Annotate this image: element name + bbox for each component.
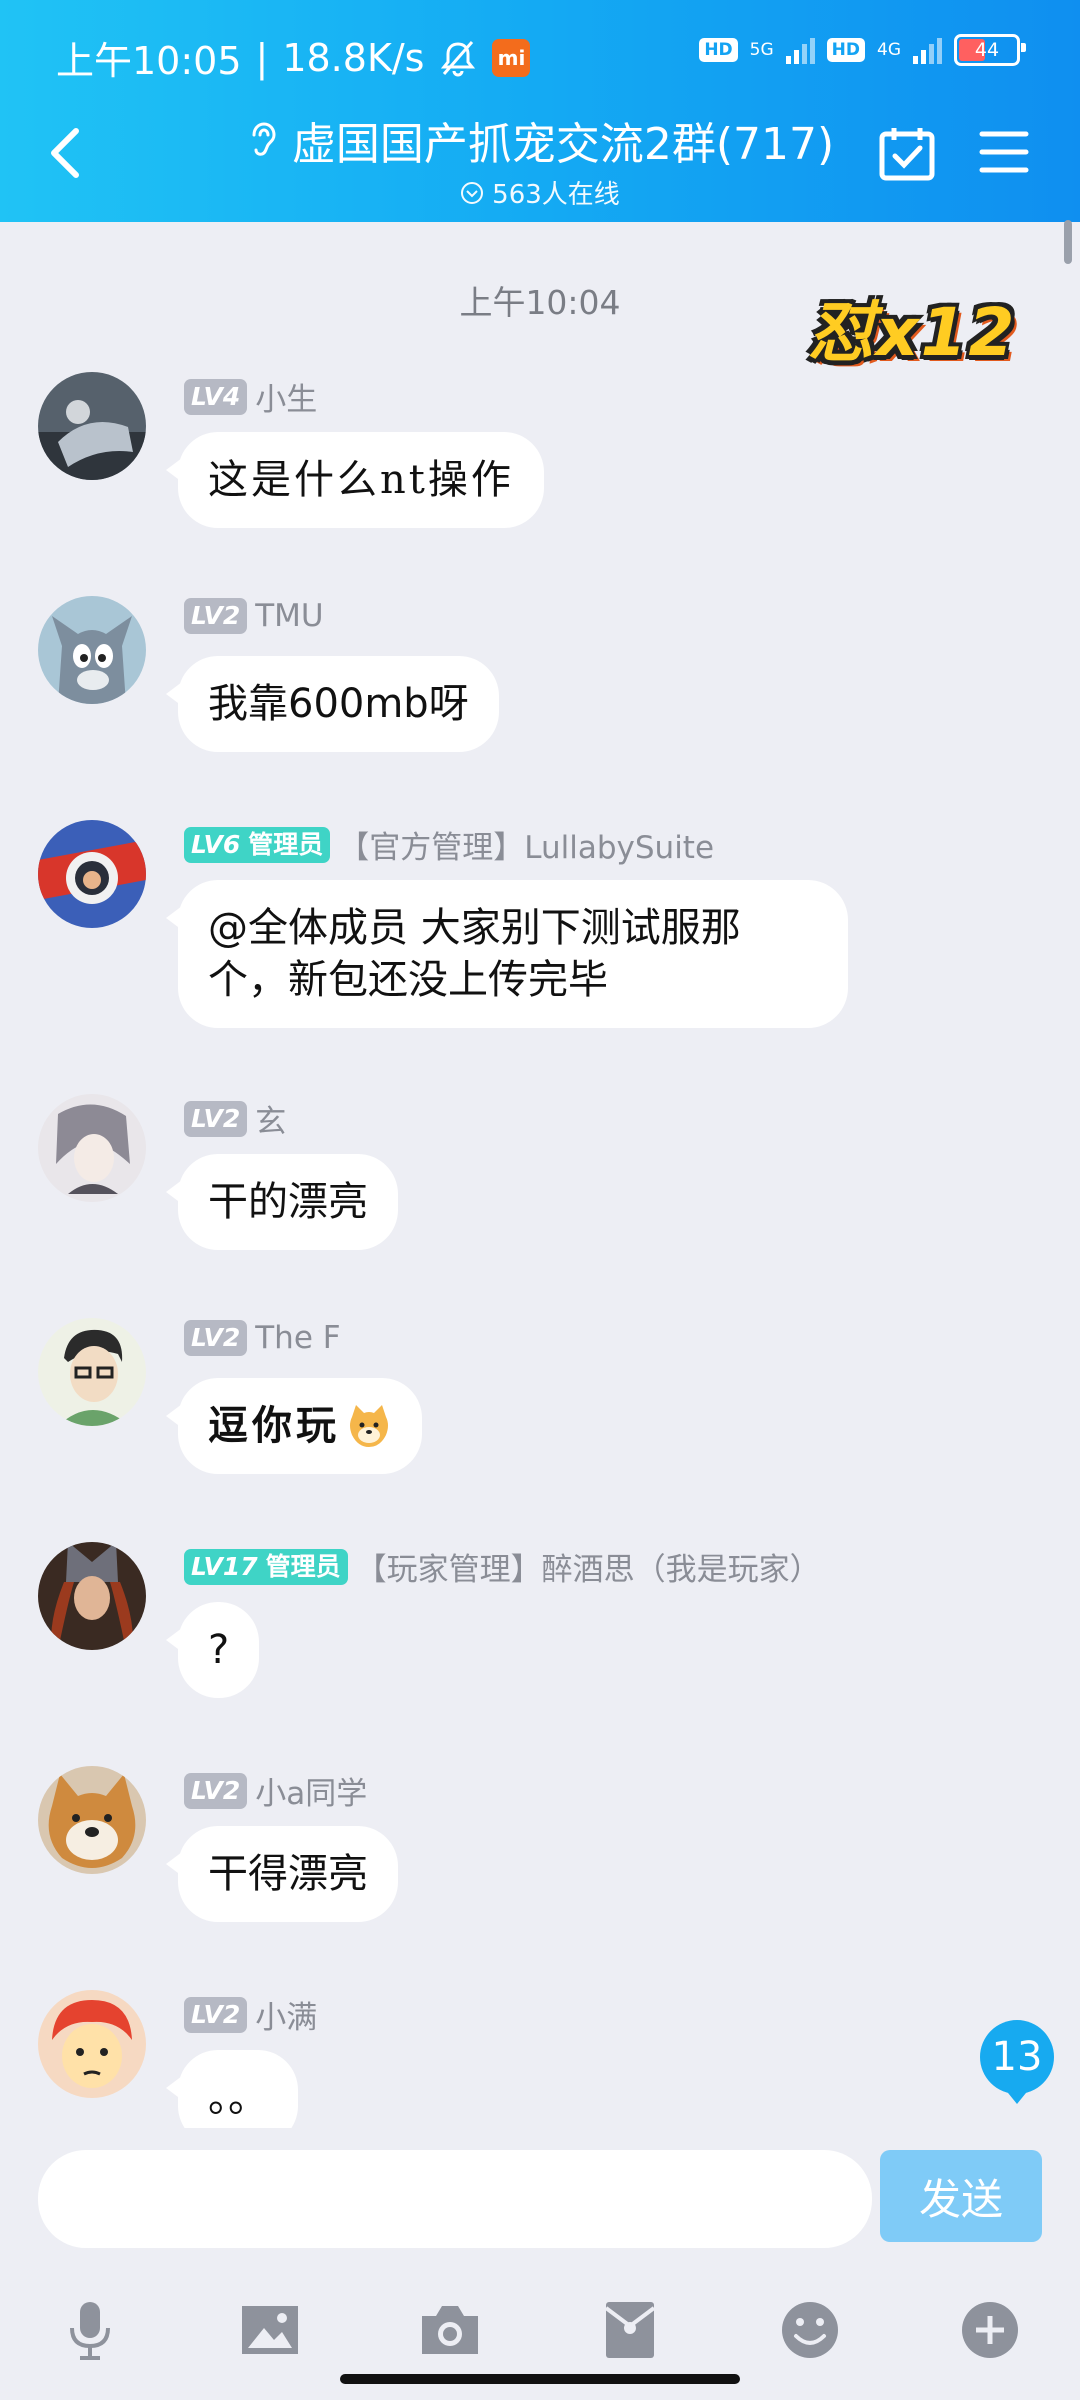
sender-meta: LV4 小生 [184, 374, 317, 419]
avatar-shiba-dog [38, 1766, 146, 1874]
home-indicator[interactable] [340, 2374, 740, 2384]
message-input[interactable] [38, 2150, 872, 2248]
avatar[interactable] [38, 1318, 146, 1426]
title-area[interactable]: 虚国国产抓宠交流2群(717) 563人在线 [150, 108, 930, 211]
sender-name[interactable]: 小满 [255, 1992, 317, 2037]
level-label: LV6 [191, 829, 241, 859]
microphone-icon[interactable] [58, 2298, 122, 2362]
mute-bell-icon [441, 40, 476, 76]
message-bubble[interactable]: 我靠600mb呀 [166, 656, 499, 752]
online-count-row[interactable]: 563人在线 [150, 174, 930, 211]
net-label-4g: 4G [877, 40, 901, 60]
battery-level: 44 [974, 39, 1000, 61]
network-5g: 5G [750, 41, 774, 59]
level-badge: LV4 [184, 378, 248, 415]
scrollbar[interactable] [1064, 220, 1072, 264]
online-count: 563人在线 [492, 180, 620, 210]
menu-icon[interactable] [978, 128, 1030, 176]
sender-name[interactable]: TMU [255, 598, 323, 634]
message-bubble[interactable]: 干的漂亮 [166, 1154, 398, 1250]
signal-icon [785, 36, 815, 64]
role-label: 管理员 [248, 829, 324, 859]
message-bubble[interactable]: @全体成员 大家别下测试服那个，新包还没上传完毕 [166, 880, 848, 1028]
message-bubble[interactable]: 这是什么nt操作 [166, 432, 544, 528]
sender-name[interactable]: 【玩家管理】醉酒思（我是玩家） [356, 1544, 821, 1589]
admin-level-badge: LV6 管理员 [184, 826, 331, 863]
sender-name[interactable]: 小生 [255, 374, 317, 419]
chevron-down-circle-icon [461, 181, 484, 204]
avatar-photo [38, 372, 146, 480]
message-bubble[interactable]: ? [165, 1602, 260, 1698]
status-divider: | [255, 35, 269, 80]
avatar-astronaut [38, 820, 146, 928]
status-time: 上午10:05 [56, 39, 242, 83]
sticker-combo-badge[interactable]: 怼x12 [808, 282, 1058, 372]
level-badge: LV2 [184, 598, 248, 634]
hd-badge: HD [699, 38, 738, 62]
image-icon[interactable] [238, 2298, 302, 2362]
input-toolbar [0, 2298, 1080, 2370]
level-badge: LV2 [184, 1320, 248, 1356]
chevron-left-icon [51, 128, 79, 178]
avatar-anime [38, 1094, 146, 1202]
message-bubble[interactable]: 干得漂亮 [166, 1826, 398, 1922]
sender-meta: LV2 玄 [184, 1096, 286, 1141]
signal-icon-2 [913, 36, 942, 64]
send-button[interactable]: 发送 [880, 2150, 1042, 2242]
sender-meta: LV2 The F [184, 1320, 341, 1356]
avatar[interactable] [38, 1094, 146, 1202]
avatar[interactable] [38, 820, 146, 928]
sender-name[interactable]: 玄 [255, 1096, 286, 1141]
level-badge: LV2 [184, 1772, 248, 1809]
battery-icon: 44 [954, 34, 1026, 66]
sender-name[interactable]: 【官方管理】LullabySuite [338, 822, 714, 867]
sender-name[interactable]: 小a同学 [255, 1768, 367, 1813]
avatar-cartoon-cat [38, 596, 146, 704]
avatar-cartoon-man [38, 1318, 146, 1426]
avatar[interactable] [38, 1990, 146, 2098]
sender-name[interactable]: The F [255, 1320, 340, 1356]
avatar-cartoon-boy [38, 1990, 146, 2098]
admin-level-badge: LV17 管理员 [184, 1548, 348, 1585]
camera-icon[interactable] [418, 2298, 482, 2362]
message-text: 逗你玩 [208, 1402, 340, 1449]
mi-app-icon: mi [492, 38, 531, 77]
message-item: LV2 小满 。。 [0, 1990, 1080, 2128]
ear-icon [252, 122, 276, 156]
input-panel: 发送 [0, 2128, 1080, 2400]
role-label: 管理员 [265, 1551, 341, 1581]
title-row: 虚国国产抓宠交流2群(717) [246, 108, 834, 172]
network-4g: 4G [877, 41, 901, 59]
net-label-5g: 5G [749, 40, 774, 60]
back-button[interactable] [40, 120, 88, 186]
level-badge: LV2 [184, 1996, 248, 2033]
doge-emoji-icon [350, 1405, 388, 1447]
status-right: HD 5G HD 4G 44 [699, 34, 1026, 66]
level-badge: LV2 [184, 1100, 248, 1137]
avatar[interactable] [38, 1542, 146, 1650]
status-left: 上午10:05 | 18.8K/s mi [56, 30, 531, 85]
plus-icon[interactable] [958, 2298, 1022, 2362]
red-packet-icon[interactable] [598, 2298, 662, 2362]
chat-header: 上午10:05 | 18.8K/s mi HD 5G HD 4G 44 虚国国产… [0, 0, 1080, 222]
calendar-check-icon[interactable] [878, 124, 936, 182]
avatar-game-character [38, 1542, 146, 1650]
avatar[interactable] [38, 372, 146, 480]
sender-meta: LV2 小a同学 [184, 1768, 367, 1813]
avatar[interactable] [38, 1766, 146, 1874]
message-bubble[interactable]: 逗你玩 [166, 1378, 422, 1474]
sender-meta: LV2 小满 [184, 1992, 317, 2037]
sender-meta: LV2 TMU [184, 598, 324, 634]
group-title: 虚国国产抓宠交流2群(717) [291, 119, 835, 170]
sender-meta: LV17 管理员 【玩家管理】醉酒思（我是玩家） [184, 1544, 821, 1589]
status-bar: 上午10:05 | 18.8K/s mi HD 5G HD 4G 44 [0, 0, 1080, 112]
level-label: LV17 [191, 1551, 258, 1581]
emoji-icon[interactable] [778, 2298, 842, 2362]
avatar[interactable] [38, 596, 146, 704]
message-bubble[interactable]: 。。 [166, 2050, 298, 2128]
hd-badge-2: HD [826, 38, 865, 62]
unread-count-badge[interactable]: 13 [980, 2020, 1054, 2104]
network-speed: 18.8K/s [282, 35, 425, 80]
sender-meta: LV6 管理员 【官方管理】LullabySuite [184, 822, 714, 867]
